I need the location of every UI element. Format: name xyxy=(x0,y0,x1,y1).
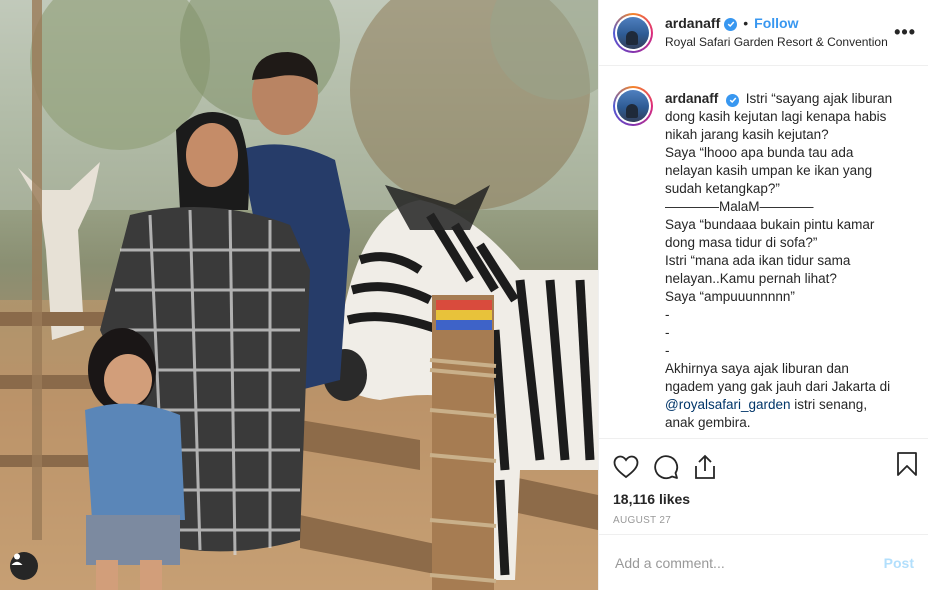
instagram-post-view: ardanaff • Follow Royal Safari Garden Re… xyxy=(0,0,928,590)
header-username[interactable]: ardanaff xyxy=(665,15,720,33)
avatar-image xyxy=(617,16,649,49)
verified-badge-icon xyxy=(724,17,738,31)
comments-area: ardanaff Istri “sayang ajak liburan dong… xyxy=(599,66,928,438)
caption-line: Saya “ampuuunnnnn” xyxy=(665,289,795,304)
bookmark-icon[interactable] xyxy=(896,451,918,482)
post-side-panel: ardanaff • Follow Royal Safari Garden Re… xyxy=(598,0,928,590)
comment-input[interactable] xyxy=(613,553,857,572)
caption-line: Akhirnya saya ajak liburan dan ngadem ya… xyxy=(665,360,895,432)
caption-line-text: Akhirnya saya ajak liburan dan ngadem ya… xyxy=(665,361,891,394)
tagged-user-icon[interactable] xyxy=(10,552,38,580)
caption-line: - xyxy=(665,307,670,322)
post-caption: ardanaff Istri “sayang ajak liburan dong… xyxy=(665,90,895,432)
caption-line: Saya “lhooo apa bunda tau ada nelayan ka… xyxy=(665,145,873,196)
post-comment-button[interactable]: Post xyxy=(884,555,914,571)
caption-line: Istri “mana ada ikan tidur sama nelayan.… xyxy=(665,253,851,286)
post-actions: 18,116 likes AUGUST 27 xyxy=(599,438,928,534)
person-icon xyxy=(11,553,23,565)
comment-icon[interactable] xyxy=(653,454,679,480)
caption-username[interactable]: ardanaff xyxy=(665,91,718,106)
caption-avatar-image xyxy=(617,90,649,122)
likes-count[interactable]: 18,116 likes xyxy=(613,491,914,507)
post-header: ardanaff • Follow Royal Safari Garden Re… xyxy=(599,0,928,66)
location-link[interactable]: Royal Safari Garden Resort & Convention xyxy=(665,35,888,50)
follow-button[interactable]: Follow xyxy=(754,15,798,33)
caption-avatar[interactable] xyxy=(613,86,653,126)
post-photo[interactable] xyxy=(0,0,598,590)
heart-icon[interactable] xyxy=(613,455,639,479)
caption-row: ardanaff Istri “sayang ajak liburan dong… xyxy=(613,86,914,432)
caption-line: ————MalaM———— xyxy=(665,199,814,214)
caption-verified-badge-icon xyxy=(726,93,740,107)
caption-line: - xyxy=(665,325,670,340)
mention-link[interactable]: @royalsafari_garden xyxy=(665,397,791,412)
more-options-icon[interactable]: ••• xyxy=(894,22,916,43)
share-icon[interactable] xyxy=(693,454,717,480)
caption-line: Saya “bundaaa bukain pintu kamar dong ma… xyxy=(665,217,875,250)
caption-line: - xyxy=(665,343,670,358)
comment-box: Post xyxy=(599,534,928,590)
avatar[interactable] xyxy=(613,12,653,53)
photo-illustration xyxy=(0,0,598,590)
post-date: AUGUST 27 xyxy=(613,515,672,526)
separator-dot: • xyxy=(743,15,749,32)
